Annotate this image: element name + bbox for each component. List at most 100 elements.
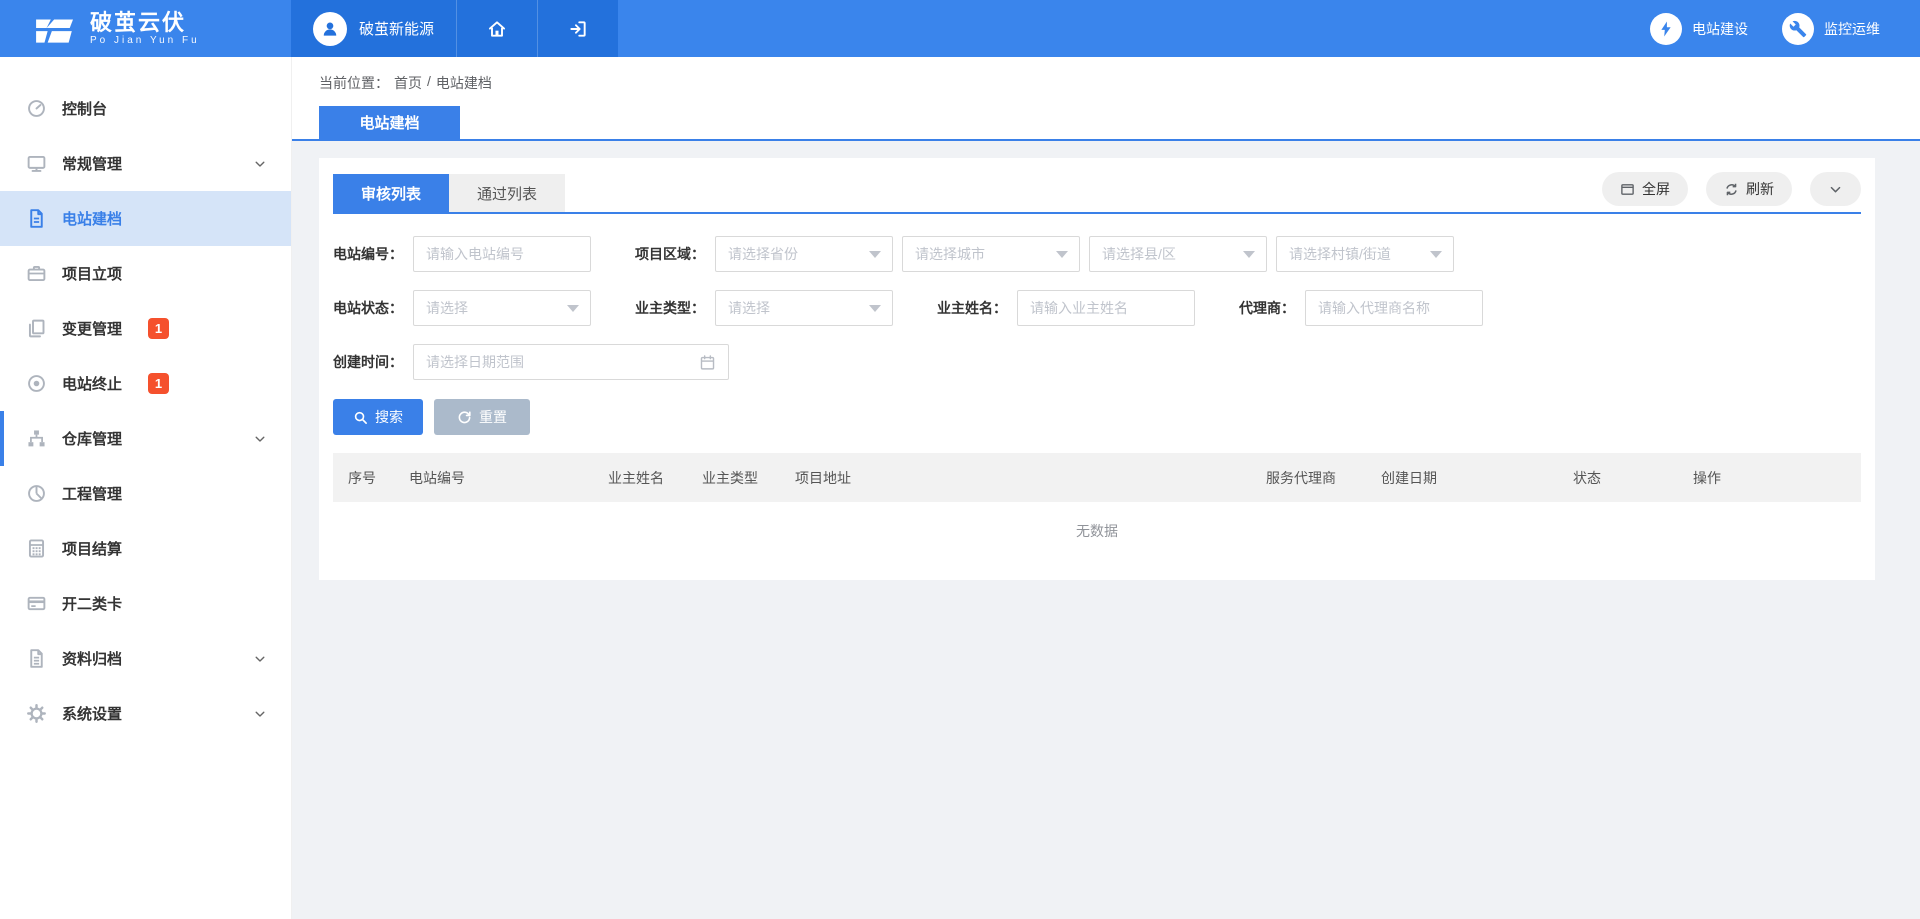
panel-tab-0[interactable]: 审核列表 — [333, 174, 449, 212]
sidebar-item-dashboard[interactable]: 控制台 — [0, 81, 291, 136]
page-tab-station-archive[interactable]: 电站建档 — [319, 106, 460, 139]
card-icon — [26, 593, 47, 614]
owner-name-input[interactable]: 请输入业主姓名 — [1017, 290, 1195, 326]
agent-label: 代理商： — [1239, 298, 1295, 318]
login-arrow-icon — [568, 19, 588, 39]
wrench-icon — [1782, 13, 1814, 45]
top-header: 破茧云伏 Po Jian Yun Fu 破茧新能源 电站建设 — [0, 0, 1920, 57]
collapse-button[interactable] — [1810, 172, 1861, 206]
table-header-cell: 服务代理商 — [1251, 468, 1366, 488]
date-range-input[interactable]: 请选择日期范围 — [413, 344, 729, 380]
chevron-down-icon — [1828, 182, 1843, 197]
owner-name-label: 业主姓名： — [937, 298, 1007, 318]
sidebar-item-card[interactable]: 开二类卡 — [0, 576, 291, 631]
table-header-cell: 序号 — [333, 468, 394, 488]
select-caret-icon — [1056, 251, 1068, 258]
header-right: 电站建设 监控运维 — [1650, 0, 1920, 57]
person-icon — [320, 19, 340, 39]
breadcrumb: 当前位置： 首页 / 电站建档 — [319, 73, 1920, 93]
home-button[interactable] — [456, 0, 537, 57]
fullscreen-button[interactable]: 全屏 — [1602, 172, 1688, 206]
chevron-down-icon[interactable] — [253, 432, 267, 446]
reset-button[interactable]: 重置 — [434, 399, 530, 435]
target-icon — [26, 373, 47, 394]
created-time-label: 创建时间： — [333, 352, 403, 372]
briefcase-icon — [26, 263, 47, 284]
sidebar-item-monitor[interactable]: 常规管理 — [0, 136, 291, 191]
table-header-cell: 创建日期 — [1366, 468, 1558, 488]
chevron-down-icon[interactable] — [253, 707, 267, 721]
owner-type-select[interactable]: 请选择 — [715, 290, 893, 326]
user-menu[interactable]: 破茧新能源 — [291, 0, 456, 57]
refresh-button[interactable]: 刷新 — [1706, 172, 1792, 206]
sidebar: 控制台 常规管理 电站建档 项目立项 变更管理 1 电站终止 1 仓库管理 工程… — [0, 57, 291, 919]
panel-controls: 全屏 刷新 — [1602, 172, 1861, 212]
breadcrumb-prefix: 当前位置： — [319, 73, 389, 93]
sidebar-item-briefcase[interactable]: 项目立项 — [0, 246, 291, 301]
header-nav-segment: 破茧新能源 — [291, 0, 618, 57]
breadcrumb-current: 电站建档 — [436, 73, 492, 93]
refresh-icon — [1724, 182, 1739, 197]
content-area: 审核列表通过列表 全屏 刷新 — [292, 141, 1920, 919]
search-icon — [353, 410, 368, 425]
select-caret-icon — [1243, 251, 1255, 258]
station-status-select[interactable]: 请选择 — [413, 290, 591, 326]
calendar-icon — [699, 354, 716, 371]
table-header-cell: 项目地址 — [780, 468, 1251, 488]
brand-subtitle: Po Jian Yun Fu — [90, 35, 200, 46]
copy-icon — [26, 318, 47, 339]
main-area: 当前位置： 首页 / 电站建档 电站建档 审核列表通过列表 全屏 — [291, 57, 1920, 919]
sidebar-item-calculator[interactable]: 项目结算 — [0, 521, 291, 576]
table-header-cell: 业主类型 — [687, 468, 780, 488]
sidebar-item-gear[interactable]: 系统设置 — [0, 686, 291, 741]
home-icon — [487, 19, 507, 39]
filter-form: 电站编号： 请输入电站编号 项目区域： 请选择省份请选择城市请选择县/区请选择村… — [333, 214, 1861, 380]
region-select-3[interactable]: 请选择村镇/街道 — [1276, 236, 1454, 272]
monitor-icon — [26, 153, 47, 174]
sidebar-item-target[interactable]: 电站终止 1 — [0, 356, 291, 411]
sidebar-item-pie[interactable]: 工程管理 — [0, 466, 291, 521]
doc-icon — [26, 208, 47, 229]
select-caret-icon — [567, 305, 579, 312]
page-header: 当前位置： 首页 / 电站建档 电站建档 — [292, 57, 1920, 141]
nav-station-build[interactable]: 电站建设 — [1650, 13, 1748, 45]
panel-tab-1[interactable]: 通过列表 — [449, 174, 565, 212]
bolt-icon — [1650, 13, 1682, 45]
archive-icon — [26, 648, 47, 669]
gear-icon — [26, 703, 47, 724]
brand-title: 破茧云伏 — [90, 11, 200, 35]
notification-badge: 1 — [148, 318, 169, 339]
chevron-down-icon[interactable] — [253, 157, 267, 171]
notification-badge: 1 — [148, 373, 169, 394]
station-no-label: 电站编号： — [333, 244, 403, 264]
search-button[interactable]: 搜索 — [333, 399, 423, 435]
region-select-1[interactable]: 请选择城市 — [902, 236, 1080, 272]
region-select-0[interactable]: 请选择省份 — [715, 236, 893, 272]
brand-logo-icon — [34, 13, 76, 45]
station-no-input[interactable]: 请输入电站编号 — [413, 236, 591, 272]
chevron-down-icon[interactable] — [253, 652, 267, 666]
nav-monitor-ops[interactable]: 监控运维 — [1782, 13, 1880, 45]
sidebar-item-copy[interactable]: 变更管理 1 — [0, 301, 291, 356]
station-status-label: 电站状态： — [333, 298, 403, 318]
region-select-2[interactable]: 请选择县/区 — [1089, 236, 1267, 272]
sidebar-item-doc[interactable]: 电站建档 — [0, 191, 291, 246]
logout-button[interactable] — [537, 0, 618, 57]
table-header-cell: 业主姓名 — [593, 468, 687, 488]
panel: 审核列表通过列表 全屏 刷新 — [319, 158, 1875, 580]
agent-input[interactable]: 请输入代理商名称 — [1305, 290, 1483, 326]
calculator-icon — [26, 538, 47, 559]
company-name: 破茧新能源 — [359, 18, 434, 39]
sidebar-item-sitemap[interactable]: 仓库管理 — [0, 411, 291, 466]
pie-icon — [26, 483, 47, 504]
sidebar-item-archive[interactable]: 资料归档 — [0, 631, 291, 686]
breadcrumb-home[interactable]: 首页 — [394, 73, 422, 93]
app-logo[interactable]: 破茧云伏 Po Jian Yun Fu — [0, 0, 291, 57]
table-header-cell: 操作 — [1678, 468, 1861, 488]
table-header-cell: 状态 — [1558, 468, 1678, 488]
filter-actions: 搜索 重置 — [333, 399, 1861, 435]
app-root: 破茧云伏 Po Jian Yun Fu 破茧新能源 电站建设 — [0, 0, 1920, 919]
fullscreen-icon — [1620, 182, 1635, 197]
select-caret-icon — [1430, 251, 1442, 258]
avatar — [313, 12, 347, 46]
